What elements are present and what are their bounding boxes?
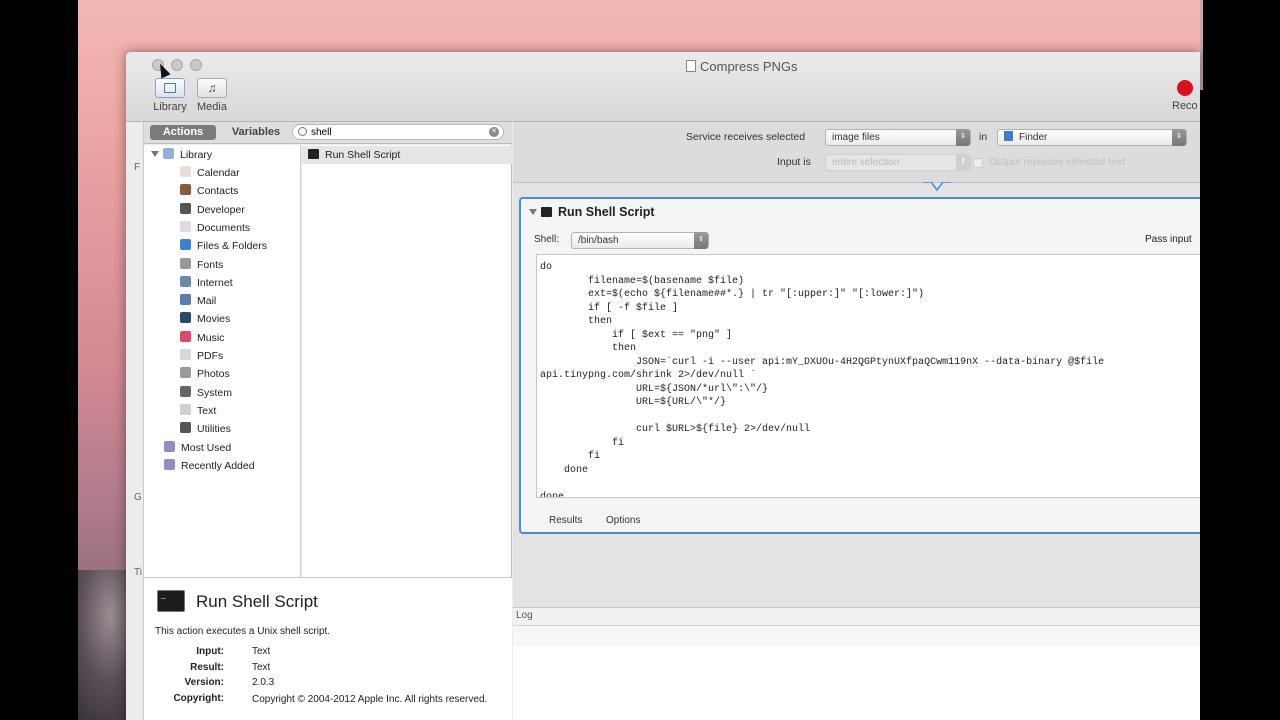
library-root[interactable]: Library <box>151 146 212 164</box>
application-popup[interactable]: Finder ⇕ <box>997 129 1187 146</box>
search-icon <box>298 127 307 136</box>
library-list: Library Calendar Contacts Developer Documen… <box>144 145 301 577</box>
popup-arrows-icon: ⇕ <box>956 154 970 171</box>
in-label: in <box>979 131 988 143</box>
search-field[interactable]: ✕ <box>292 124 504 140</box>
script-editor[interactable]: do filename=$(basename $file) ext=$(echo… <box>536 254 1200 498</box>
utilities-icon <box>180 422 191 434</box>
minimize-button[interactable] <box>171 59 183 71</box>
library-folder-icon <box>163 148 174 159</box>
fonts-icon <box>180 257 191 269</box>
library-item-files-folders[interactable]: Files & Folders <box>180 237 267 255</box>
popup-arrows-icon: ⇕ <box>956 129 970 146</box>
media-button[interactable]: ♫ Media <box>194 78 230 113</box>
record-icon <box>1176 80 1193 96</box>
record-button[interactable]: Reco <box>1172 78 1198 112</box>
tab-variables[interactable]: Variables <box>226 125 286 140</box>
library-item-fonts[interactable]: Fonts <box>180 256 223 274</box>
window-title: Compress PNGs <box>686 59 798 74</box>
log-header: Log <box>513 608 1200 626</box>
script-text[interactable]: do filename=$(basename $file) ext=$(echo… <box>540 261 1104 497</box>
terminal-icon <box>308 149 319 159</box>
library-item-utilities[interactable]: Utilities <box>180 420 231 438</box>
log-row <box>513 626 1200 646</box>
library-item-internet[interactable]: Internet <box>180 274 233 292</box>
music-icon <box>180 330 191 342</box>
description-title: Run Shell Script <box>196 592 318 611</box>
system-icon <box>180 385 191 397</box>
disclosure-triangle-icon[interactable] <box>529 209 537 215</box>
service-type-popup[interactable]: image files ⇕ <box>825 129 971 146</box>
globe-icon <box>180 275 191 287</box>
title-bar: Compress PNGs Library ♫ Media Reco <box>126 52 1200 122</box>
input-is-label: Input is <box>777 156 811 168</box>
output-replaces-label: Output replaces selected text <box>989 156 1125 168</box>
popup-arrows-icon: ⇕ <box>694 232 708 249</box>
search-input[interactable] <box>311 125 481 139</box>
input-is-popup[interactable]: entire selection ⇕ <box>825 154 971 171</box>
library-item-music[interactable]: Music <box>180 329 224 347</box>
library-item-recently-added[interactable]: Recently Added <box>164 457 255 475</box>
run-shell-script-action[interactable]: Run Shell Script Shell: /bin/bash ⇕ Pass … <box>519 197 1200 534</box>
library-item-documents[interactable]: Documents <box>180 219 250 237</box>
log-panel: Log <box>513 607 1200 720</box>
shell-popup[interactable]: /bin/bash ⇕ <box>571 232 709 249</box>
pass-input-label: Pass input <box>1145 234 1192 245</box>
shell-label: Shell: <box>534 234 560 245</box>
document-icon <box>686 60 696 72</box>
tab-actions[interactable]: Actions <box>150 125 216 140</box>
smart-folder-icon <box>164 441 175 452</box>
text-icon <box>180 403 191 415</box>
actions-list: Run Shell Script <box>302 145 512 577</box>
tools-icon <box>180 202 191 214</box>
pdf-icon <box>180 349 191 360</box>
library-item-pdfs[interactable]: PDFs <box>180 347 223 365</box>
movies-icon <box>180 312 191 324</box>
service-settings: Service receives selected image files ⇕ i… <box>513 122 1200 182</box>
library-item-movies[interactable]: Movies <box>180 310 230 328</box>
terminal-icon <box>541 207 552 217</box>
document-icon <box>180 220 191 232</box>
popup-arrows-icon: ⇕ <box>1172 129 1186 146</box>
output-replaces-checkbox[interactable] <box>973 158 983 168</box>
mail-icon <box>180 294 191 306</box>
library-item-developer[interactable]: Developer <box>180 201 245 219</box>
library-item-text[interactable]: Text <box>180 402 216 420</box>
tab-options[interactable]: Options <box>606 515 640 526</box>
tab-results[interactable]: Results <box>549 515 582 526</box>
library-toolbar: Actions Variables ✕ <box>144 122 512 144</box>
library-item-contacts[interactable]: Contacts <box>180 182 238 200</box>
action-title: Run Shell Script <box>529 205 655 219</box>
library-button[interactable]: Library <box>150 78 190 113</box>
service-receives-label: Service receives selected <box>686 131 806 143</box>
media-icon: ♫ <box>197 78 227 98</box>
left-gutter: F G Ti <box>126 122 144 720</box>
automator-window: Compress PNGs Library ♫ Media Reco F G T… <box>126 52 1200 720</box>
description-text: This action executes a Unix shell script… <box>155 626 331 637</box>
photos-icon <box>180 367 191 379</box>
action-run-shell-script[interactable]: Run Shell Script <box>302 146 512 164</box>
clear-search-icon[interactable]: ✕ <box>489 127 499 137</box>
library-icon <box>155 78 185 98</box>
library-item-most-used[interactable]: Most Used <box>164 439 231 457</box>
contacts-icon <box>180 184 191 196</box>
library-item-mail[interactable]: Mail <box>180 292 216 310</box>
library-item-system[interactable]: System <box>180 384 232 402</box>
action-description: Run Shell Script This action executes a … <box>144 577 512 720</box>
finder-icon <box>1004 131 1013 141</box>
library-item-calendar[interactable]: Calendar <box>180 164 240 182</box>
connector-notch <box>923 182 951 192</box>
terminal-icon <box>157 590 185 612</box>
calendar-icon <box>180 166 191 177</box>
disclosure-triangle-icon[interactable] <box>151 151 159 157</box>
screen-edge <box>1200 0 1280 720</box>
zoom-button[interactable] <box>190 59 202 71</box>
finder-icon <box>180 239 191 251</box>
smart-folder-icon <box>164 459 175 471</box>
library-item-photos[interactable]: Photos <box>180 365 230 383</box>
